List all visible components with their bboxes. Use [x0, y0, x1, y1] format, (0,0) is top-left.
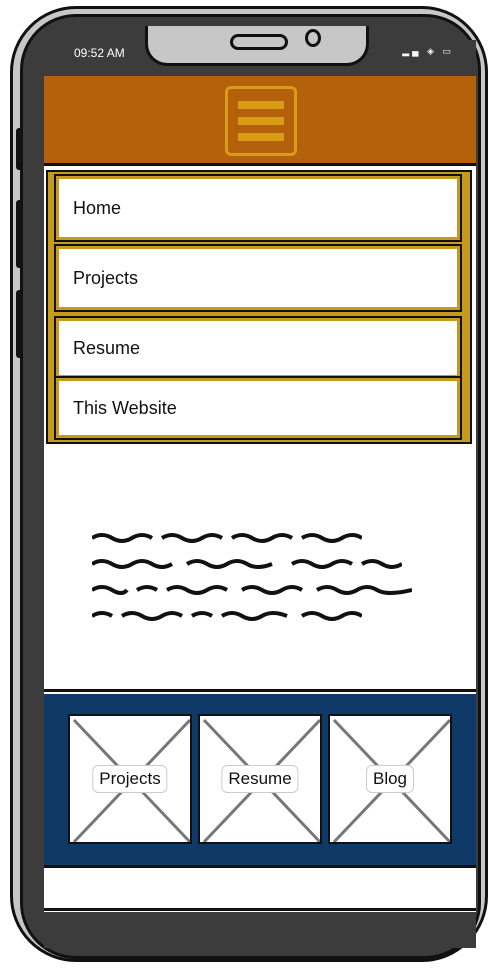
nav-item-this-website[interactable]: This Website	[54, 376, 462, 440]
text-placeholder-line	[92, 611, 362, 621]
camera-icon	[305, 29, 321, 47]
wifi-icon: ◈	[427, 46, 437, 56]
gallery-section: Projects Resume Blog	[44, 694, 476, 868]
text-placeholder-line	[92, 559, 402, 569]
card-label: Projects	[92, 765, 168, 793]
card-blog[interactable]: Blog	[328, 714, 452, 844]
card-label: Blog	[365, 765, 415, 793]
menu-bar	[238, 101, 284, 109]
status-time: 09:52 AM	[74, 46, 125, 60]
card-resume[interactable]: Resume	[198, 714, 322, 844]
bottom-bar	[44, 912, 476, 948]
nav-item-projects[interactable]: Projects	[54, 244, 462, 312]
app-header	[44, 76, 476, 166]
hamburger-menu-icon[interactable]	[225, 86, 297, 156]
menu-bar	[238, 133, 284, 141]
text-placeholder-line	[92, 533, 362, 543]
nav-item-home[interactable]: Home	[54, 174, 462, 242]
nav-item-resume[interactable]: Resume	[54, 316, 462, 380]
text-placeholder-line	[92, 585, 412, 595]
speaker-icon	[230, 34, 288, 50]
signal-icon: ▂▄	[402, 46, 422, 56]
card-projects[interactable]: Projects	[68, 714, 192, 844]
nav-menu: Home Projects Resume This Website	[46, 170, 472, 444]
screen: Home Projects Resume This Website Projec…	[44, 76, 476, 912]
status-icons: ▂▄ ◈ ▭	[402, 46, 454, 57]
footer	[44, 871, 476, 911]
battery-icon: ▭	[442, 46, 454, 56]
card-label: Resume	[221, 765, 299, 793]
content-text-area	[44, 448, 476, 692]
menu-bar	[238, 117, 284, 125]
